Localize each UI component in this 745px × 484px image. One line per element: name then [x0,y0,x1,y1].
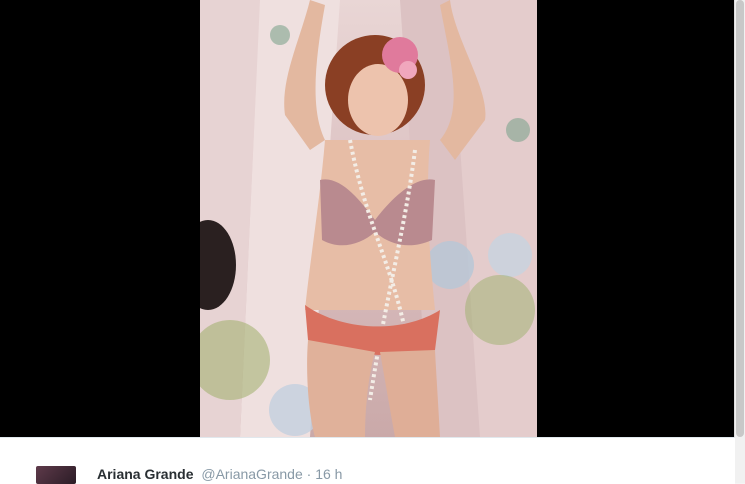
avatar[interactable] [36,466,76,484]
user-fullname[interactable]: Ariana Grande [97,466,193,482]
separator-dot: · [306,466,312,482]
tweet-card: Ariana Grande @ArianaGrande · 16 h [0,437,735,484]
media-viewer [0,0,735,437]
tweet-header: Ariana Grande @ArianaGrande · 16 h [97,465,342,483]
tweet-timestamp[interactable]: 16 h [315,466,342,482]
tweet-photo[interactable] [200,0,537,437]
page-scrollbar[interactable] [734,0,745,483]
scrollbar-thumb[interactable] [736,0,744,437]
photo-illustration [200,0,537,437]
user-handle[interactable]: @ArianaGrande [201,466,302,482]
